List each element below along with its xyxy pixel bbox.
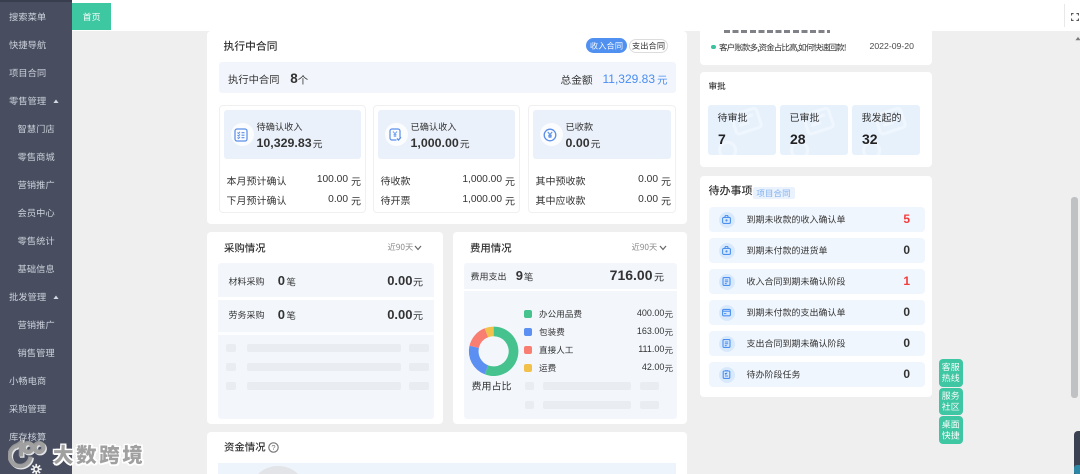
svg-text:?: ? — [271, 443, 275, 452]
